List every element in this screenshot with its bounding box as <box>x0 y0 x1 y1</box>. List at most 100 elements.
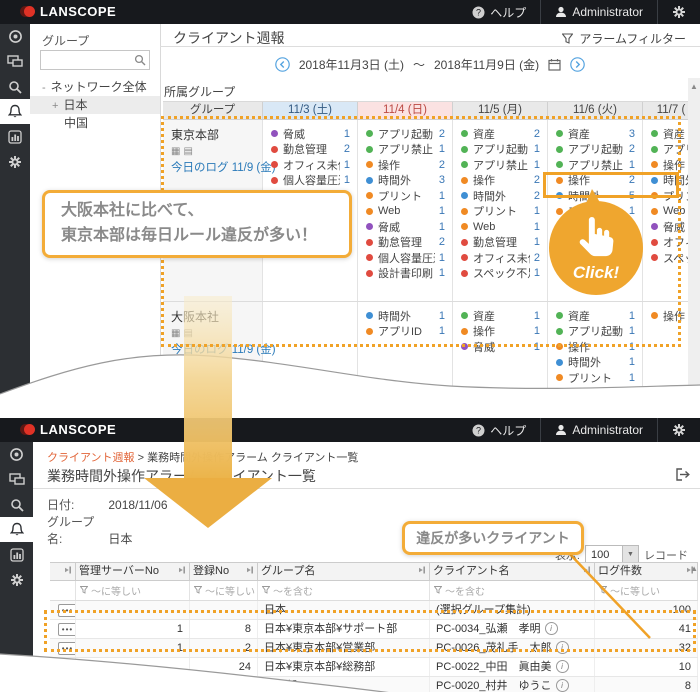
filter-funnel-icon[interactable] <box>262 586 270 596</box>
alarm-item[interactable]: Web1 <box>358 204 452 220</box>
alarm-item[interactable]: スペック不足1 <box>453 266 547 282</box>
alarm-item[interactable]: オフィス未使用2 <box>453 250 547 266</box>
filter-cell[interactable]: ～を含む <box>258 581 430 600</box>
user-menu[interactable]: Administrator <box>541 418 657 442</box>
alarm-count[interactable]: 2 <box>435 128 445 140</box>
filter-cell[interactable]: ～に等しい <box>76 581 190 600</box>
alarm-item[interactable]: アプリ起動1 <box>453 142 547 158</box>
tree-toggle[interactable]: - <box>42 82 46 94</box>
alarm-item[interactable]: アプリ起動1 <box>548 324 642 340</box>
nav-item-alarms[interactable] <box>0 99 30 124</box>
alarm-count[interactable]: 1 <box>625 159 635 171</box>
alarm-item[interactable]: 操作2 <box>453 173 547 189</box>
tree-toggle[interactable]: + <box>52 100 58 112</box>
settings-menu[interactable] <box>658 0 700 24</box>
alarm-count[interactable]: 1 <box>625 341 635 353</box>
alarm-count[interactable]: 1 <box>340 174 350 186</box>
column-header[interactable]: クライアント名 <box>430 563 595 580</box>
alarm-item[interactable]: 設計書印刷1 <box>358 266 452 282</box>
alarm-count[interactable]: 1 <box>530 221 540 233</box>
info-icon[interactable]: i <box>556 641 569 654</box>
group-search-input[interactable] <box>40 50 150 70</box>
filter-funnel-icon[interactable] <box>80 586 88 596</box>
alarm-count[interactable]: 1 <box>435 190 445 202</box>
column-header[interactable]: ログ件数 <box>595 563 698 580</box>
nav-item-devices[interactable] <box>0 467 33 492</box>
alarm-item[interactable]: 資産1 <box>453 308 547 324</box>
calendar-icon[interactable]: ▦ <box>171 146 183 157</box>
column-header[interactable]: 管理サーバーNo <box>76 563 190 580</box>
calendar-icon[interactable]: ▦ <box>171 328 183 339</box>
row-more-button[interactable]: ••• <box>58 680 76 692</box>
alarm-count[interactable]: 2 <box>435 159 445 171</box>
alarm-count[interactable]: 3 <box>435 174 445 186</box>
filter-funnel-icon[interactable] <box>599 586 607 596</box>
pin-icon[interactable] <box>583 563 591 580</box>
help-menu[interactable]: ? ヘルプ <box>458 0 540 24</box>
alarm-count[interactable]: 2 <box>435 236 445 248</box>
row-more-button[interactable]: ••• <box>58 661 76 674</box>
alarm-item[interactable]: アプリ起動2 <box>358 126 452 142</box>
weekly-col-header[interactable]: 11/5 (月) <box>453 102 548 119</box>
table-row[interactable]: •••24日本¥東京本部¥総務部PC-0022_中田 眞由美i10 <box>50 658 698 677</box>
nav-item-search[interactable] <box>0 492 33 517</box>
filter-funnel-icon[interactable] <box>194 586 202 596</box>
alarm-item[interactable]: 時間外2 <box>453 188 547 204</box>
table-row[interactable]: •••18日本¥東京本部¥サポート部PC-0034_弘瀬 孝明i41 <box>50 620 698 639</box>
calendar-icon[interactable] <box>548 58 561 71</box>
alarm-item[interactable]: 勤怠管理2 <box>358 235 452 251</box>
alarm-item[interactable]: 個人容量圧迫1 <box>358 250 452 266</box>
alarm-count[interactable]: 2 <box>625 387 635 399</box>
nav-item-home[interactable] <box>0 442 33 467</box>
alarm-count[interactable]: 2 <box>530 174 540 186</box>
next-week-button[interactable] <box>570 57 585 72</box>
vertical-scrollbar[interactable]: ▲ <box>688 78 700 390</box>
alarm-item[interactable]: アプリ禁止1 <box>453 157 547 173</box>
alarm-count[interactable]: 1 <box>340 128 350 140</box>
row-more-button[interactable]: ••• <box>58 604 76 617</box>
column-header[interactable]: 登録No <box>190 563 258 580</box>
breadcrumb-link[interactable]: クライアント週報 <box>47 452 135 464</box>
alarm-item[interactable]: アプリID2 <box>548 386 642 402</box>
alarm-item[interactable]: 操作1 <box>548 339 642 355</box>
alarm-count[interactable]: 1 <box>530 205 540 217</box>
alarm-item[interactable]: 勤怠管理2 <box>263 142 357 158</box>
today-log-link[interactable]: 今日のログ 11/9 (金) <box>171 341 262 357</box>
alarm-item[interactable]: 時間外3 <box>358 173 452 189</box>
table-row[interactable]: •••12日本¥東京本部¥営業部PC-0026_茂礼手 太郎i32 <box>50 639 698 658</box>
alarm-item[interactable]: 操作1 <box>453 324 547 340</box>
alarm-count[interactable]: 1 <box>530 267 540 279</box>
filter-cell[interactable]: ～に等しい <box>595 581 698 600</box>
nav-item-settings[interactable] <box>0 149 30 174</box>
alarm-filter-button[interactable]: アラームフィルター <box>562 30 686 47</box>
alarm-item[interactable]: 資産2 <box>453 126 547 142</box>
alarm-item[interactable]: アプリID1 <box>358 324 452 340</box>
column-header[interactable]: グループ名 <box>258 563 430 580</box>
filter-cell[interactable]: ～を含む <box>430 581 595 600</box>
user-menu[interactable]: Administrator <box>541 0 657 24</box>
alarm-item[interactable]: 資産3 <box>548 126 642 142</box>
alarm-item[interactable]: 勤怠管理1 <box>453 235 547 251</box>
info-icon[interactable]: i <box>545 622 558 635</box>
alarm-count[interactable]: 2 <box>340 143 350 155</box>
report-icon[interactable]: ▤ <box>183 146 195 157</box>
alarm-item[interactable]: Web1 <box>453 219 547 235</box>
row-more-button[interactable]: ••• <box>58 642 76 655</box>
alarm-count[interactable]: 1 <box>625 325 635 337</box>
prev-week-button[interactable] <box>275 57 290 72</box>
nav-item-settings[interactable] <box>0 567 33 592</box>
alarm-count[interactable]: 2 <box>530 190 540 202</box>
weekly-col-header[interactable]: グループ <box>163 102 263 119</box>
alarm-count[interactable]: 1 <box>435 221 445 233</box>
alarm-count[interactable]: 2 <box>530 252 540 264</box>
nav-item-devices[interactable] <box>0 49 30 74</box>
alarm-item[interactable]: 操作2 <box>358 157 452 173</box>
alarm-item[interactable]: 時間外1 <box>548 355 642 371</box>
export-icon[interactable] <box>676 468 690 481</box>
weekly-col-header[interactable]: 11/3 (土) <box>263 102 358 119</box>
pin-icon[interactable] <box>246 563 254 580</box>
alarm-count[interactable]: 1 <box>625 356 635 368</box>
alarm-item[interactable]: プリント1 <box>453 204 547 220</box>
nav-item-reports[interactable] <box>0 124 30 149</box>
alarm-count[interactable]: 1 <box>625 310 635 322</box>
